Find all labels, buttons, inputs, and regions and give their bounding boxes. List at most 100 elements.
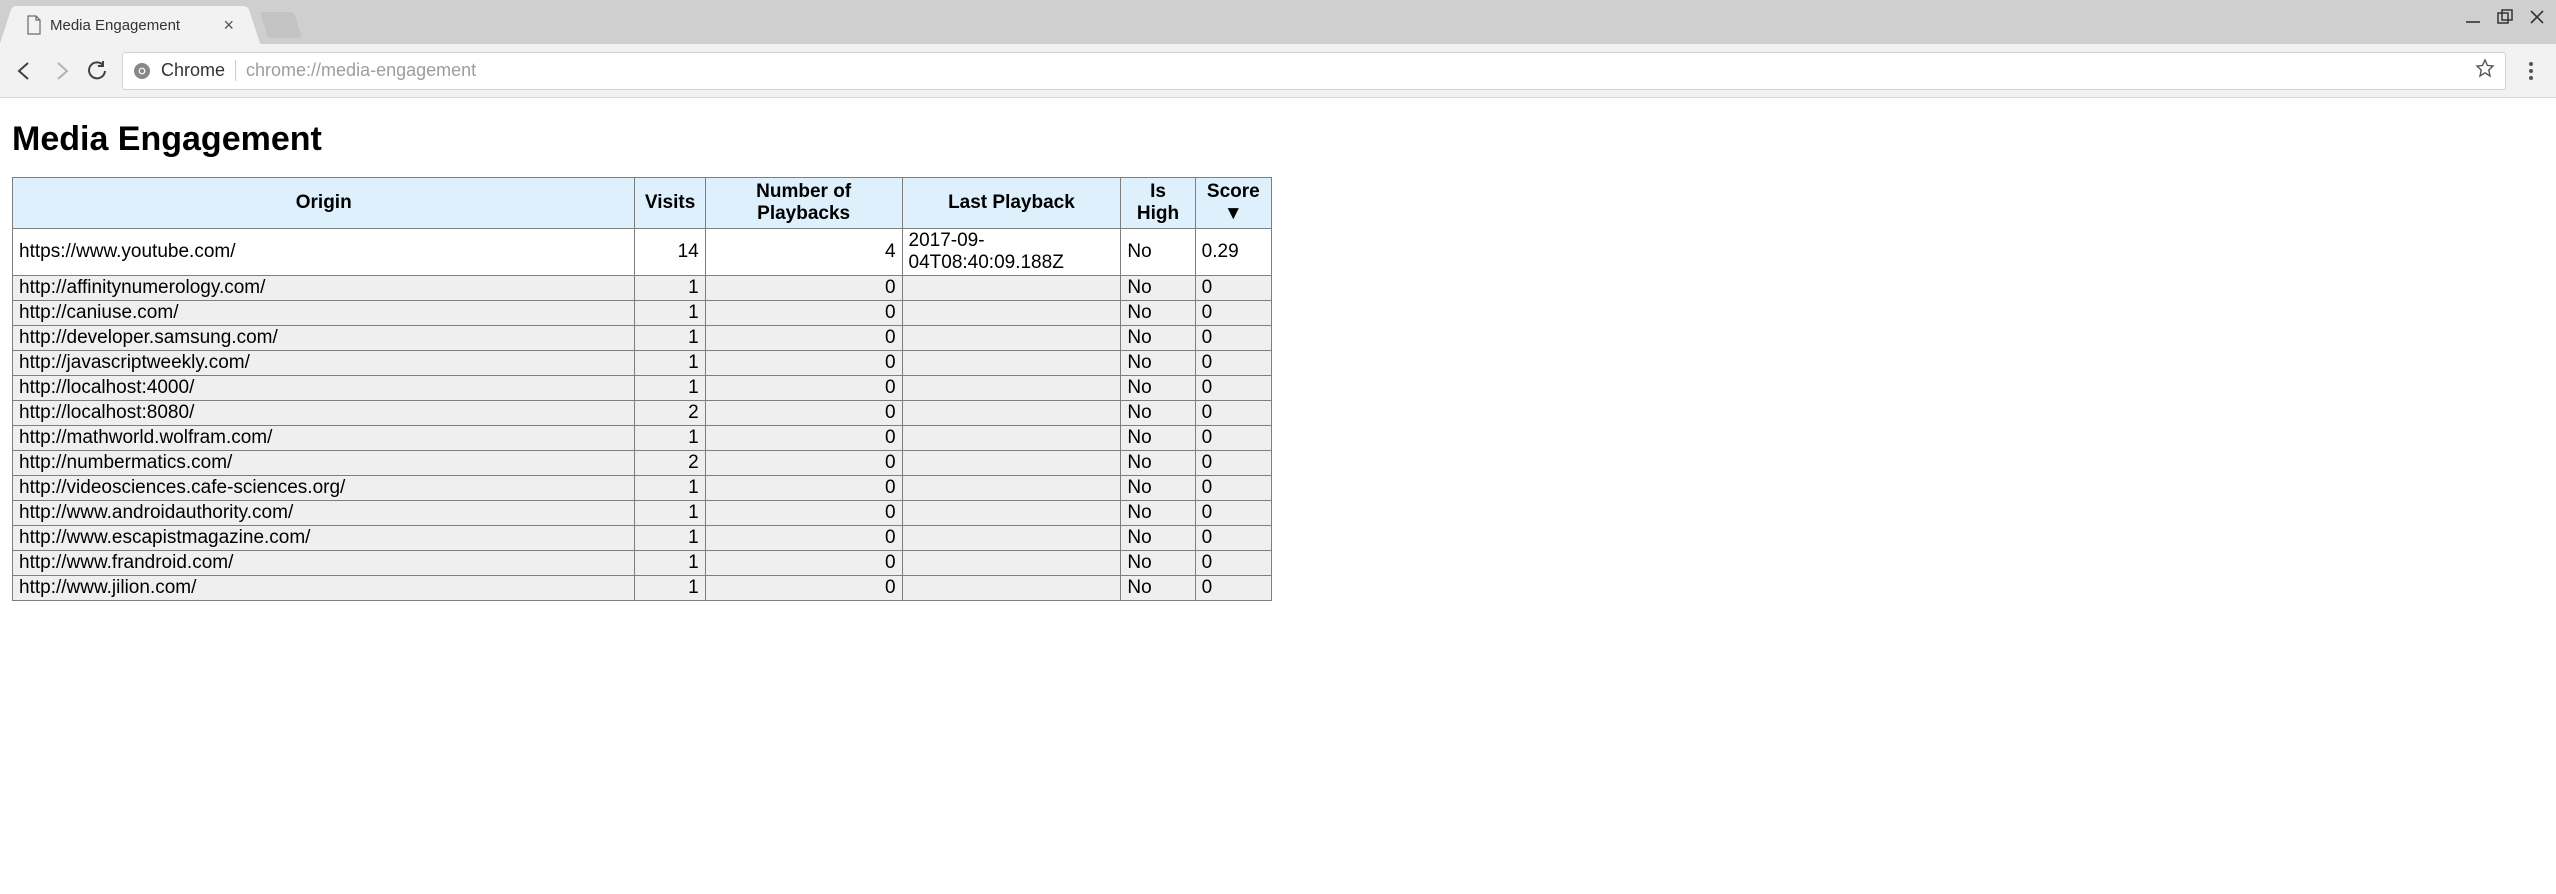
cell-last-playback: [902, 476, 1121, 501]
table-row: https://www.youtube.com/1442017-09-04T08…: [13, 229, 1272, 276]
cell-score: 0: [1195, 451, 1271, 476]
cell-is-high: No: [1121, 301, 1195, 326]
cell-playbacks: 0: [705, 376, 902, 401]
cell-origin: http://mathworld.wolfram.com/: [13, 426, 635, 451]
cell-score: 0: [1195, 426, 1271, 451]
maximize-icon[interactable]: [2496, 8, 2514, 26]
cell-is-high: No: [1121, 551, 1195, 576]
cell-last-playback: [902, 301, 1121, 326]
cell-last-playback: [902, 426, 1121, 451]
cell-origin: http://www.jilion.com/: [13, 576, 635, 601]
cell-playbacks: 4: [705, 229, 902, 276]
browser-chrome: Media Engagement ×: [0, 0, 2556, 98]
close-window-icon[interactable]: [2528, 8, 2546, 26]
cell-playbacks: 0: [705, 476, 902, 501]
cell-score: 0: [1195, 551, 1271, 576]
cell-is-high: No: [1121, 451, 1195, 476]
table-row: http://caniuse.com/10No0: [13, 301, 1272, 326]
cell-is-high: No: [1121, 376, 1195, 401]
cell-playbacks: 0: [705, 301, 902, 326]
cell-playbacks: 0: [705, 526, 902, 551]
col-last-playback[interactable]: Last Playback: [902, 178, 1121, 229]
cell-last-playback: [902, 501, 1121, 526]
cell-score: 0: [1195, 326, 1271, 351]
cell-last-playback: [902, 401, 1121, 426]
cell-score: 0: [1195, 376, 1271, 401]
cell-visits: 1: [635, 276, 705, 301]
table-row: http://localhost:8080/20No0: [13, 401, 1272, 426]
cell-visits: 1: [635, 501, 705, 526]
cell-score: 0.29: [1195, 229, 1271, 276]
forward-button[interactable]: [50, 60, 72, 82]
window-controls: [2464, 8, 2546, 26]
table-row: http://numbermatics.com/20No0: [13, 451, 1272, 476]
address-bar[interactable]: Chrome chrome://media-engagement: [122, 52, 2506, 90]
cell-visits: 14: [635, 229, 705, 276]
cell-origin: http://videosciences.cafe-sciences.org/: [13, 476, 635, 501]
browser-menu-button[interactable]: [2520, 62, 2542, 80]
table-row: http://javascriptweekly.com/10No0: [13, 351, 1272, 376]
cell-is-high: No: [1121, 401, 1195, 426]
cell-last-playback: 2017-09-04T08:40:09.188Z: [902, 229, 1121, 276]
close-tab-icon[interactable]: ×: [223, 15, 234, 36]
cell-visits: 1: [635, 351, 705, 376]
tab-title: Media Engagement: [50, 17, 217, 34]
page-icon: [26, 15, 42, 35]
cell-playbacks: 0: [705, 351, 902, 376]
cell-visits: 1: [635, 326, 705, 351]
cell-is-high: No: [1121, 501, 1195, 526]
url-scheme-label: Chrome: [161, 60, 236, 81]
cell-visits: 1: [635, 301, 705, 326]
kebab-dot: [2529, 62, 2533, 66]
cell-last-playback: [902, 576, 1121, 601]
cell-origin: http://javascriptweekly.com/: [13, 351, 635, 376]
cell-visits: 1: [635, 476, 705, 501]
table-row: http://mathworld.wolfram.com/10No0: [13, 426, 1272, 451]
cell-last-playback: [902, 376, 1121, 401]
table-row: http://developer.samsung.com/10No0: [13, 326, 1272, 351]
cell-visits: 1: [635, 576, 705, 601]
cell-origin: http://caniuse.com/: [13, 301, 635, 326]
col-is-high[interactable]: Is High: [1121, 178, 1195, 229]
cell-playbacks: 0: [705, 551, 902, 576]
cell-score: 0: [1195, 476, 1271, 501]
table-row: http://localhost:4000/10No0: [13, 376, 1272, 401]
col-score[interactable]: Score ▼: [1195, 178, 1271, 229]
cell-is-high: No: [1121, 229, 1195, 276]
cell-origin: http://localhost:4000/: [13, 376, 635, 401]
table-row: http://www.androidauthority.com/10No0: [13, 501, 1272, 526]
browser-tab[interactable]: Media Engagement ×: [14, 6, 246, 44]
col-playbacks[interactable]: Number of Playbacks: [705, 178, 902, 229]
table-header-row: Origin Visits Number of Playbacks Last P…: [13, 178, 1272, 229]
browser-toolbar: Chrome chrome://media-engagement: [0, 44, 2556, 98]
cell-is-high: No: [1121, 476, 1195, 501]
reload-button[interactable]: [86, 60, 108, 82]
table-row: http://www.jilion.com/10No0: [13, 576, 1272, 601]
cell-playbacks: 0: [705, 326, 902, 351]
cell-origin: http://developer.samsung.com/: [13, 326, 635, 351]
back-button[interactable]: [14, 60, 36, 82]
cell-playbacks: 0: [705, 276, 902, 301]
cell-is-high: No: [1121, 351, 1195, 376]
cell-visits: 1: [635, 526, 705, 551]
col-origin[interactable]: Origin: [13, 178, 635, 229]
page-content: Media Engagement Origin Visits Number of…: [0, 98, 2556, 613]
col-visits[interactable]: Visits: [635, 178, 705, 229]
cell-origin: http://localhost:8080/: [13, 401, 635, 426]
bookmark-star-icon[interactable]: [2475, 58, 2495, 84]
cell-score: 0: [1195, 401, 1271, 426]
cell-last-playback: [902, 351, 1121, 376]
minimize-icon[interactable]: [2464, 8, 2482, 26]
new-tab-button[interactable]: [260, 12, 302, 38]
cell-visits: 1: [635, 376, 705, 401]
cell-score: 0: [1195, 351, 1271, 376]
cell-visits: 1: [635, 426, 705, 451]
cell-visits: 1: [635, 551, 705, 576]
table-row: http://www.escapistmagazine.com/10No0: [13, 526, 1272, 551]
cell-is-high: No: [1121, 526, 1195, 551]
chrome-icon: [133, 62, 151, 80]
cell-is-high: No: [1121, 276, 1195, 301]
cell-last-playback: [902, 276, 1121, 301]
cell-playbacks: 0: [705, 426, 902, 451]
cell-is-high: No: [1121, 426, 1195, 451]
